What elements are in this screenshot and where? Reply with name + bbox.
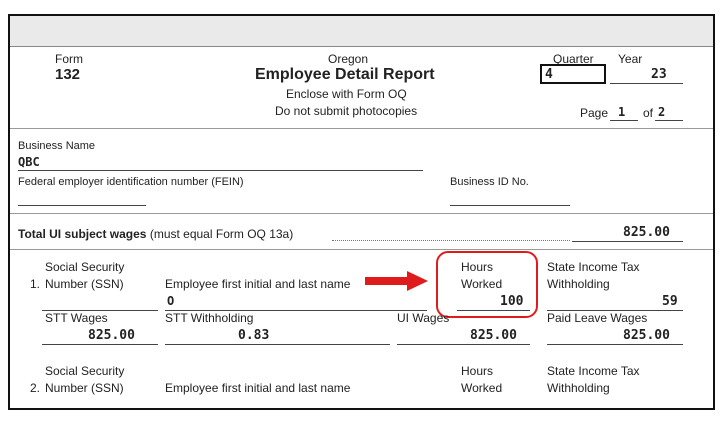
emp2-sit-label-2: Withholding [547,381,610,395]
form-label: Form [55,52,83,66]
emp1-paid-leave-label: Paid Leave Wages [547,311,648,325]
business-id-label: Business ID No. [450,176,529,188]
right-arrow-icon [365,271,428,291]
emp1-ui-wages-value[interactable]: 825.00 [470,328,517,343]
page-value: 1 [618,105,626,119]
state-name: Oregon [328,52,369,66]
emp2-ssn-label-2: Number (SSN) [45,381,124,395]
of-value: 2 [658,105,666,119]
business-id-field[interactable] [450,205,570,206]
header-divider [10,128,713,129]
page-label: Page [580,106,609,120]
emp1-stt-withholding-value[interactable]: 0.83 [238,328,269,343]
emp1-stt-wages-value[interactable]: 825.00 [88,328,135,343]
enclose-note: Enclose with Form OQ [286,87,407,101]
emp1-sit-label-1: State Income Tax [547,260,640,274]
total-label-note: (must equal Form OQ 13a) [149,227,294,241]
of-label: of [643,106,654,120]
fein-field[interactable] [18,205,146,206]
emp1-sit-value[interactable]: 59 [662,294,678,309]
business-name-value[interactable]: QBC [18,155,40,169]
emp1-number: 1. [30,277,41,291]
total-value[interactable]: 825.00 [623,225,670,240]
business-divider [10,213,713,214]
emp1-paid-leave-value[interactable]: 825.00 [623,328,670,343]
total-label: Total UI subject wages (must equal Form … [18,227,293,241]
emp1-paid-leave-underline [547,344,683,345]
form-number: 132 [55,66,81,83]
total-label-bold: Total UI subject wages [18,227,147,241]
emp2-number: 2. [30,381,41,395]
emp1-stt-wages-label: STT Wages [45,311,108,325]
emp2-sit-label-1: State Income Tax [547,364,640,378]
emp1-ui-wages-label: UI Wages [397,311,450,325]
emp1-stt-wages-underline [42,344,158,345]
year-underline [610,83,683,84]
fein-label: Federal employer identification number (… [18,176,244,188]
emp1-name-value[interactable]: O [167,294,174,308]
emp2-hours-label-2: Worked [461,381,503,395]
total-divider [10,249,713,250]
business-name-label: Business Name [18,140,96,152]
total-underline [572,241,683,242]
page-title: Employee Detail Report [255,66,435,83]
emp1-sit-label-2: Withholding [547,277,610,291]
page-underline [610,120,638,121]
emp1-stt-withholding-underline [165,344,390,345]
form-window: Form 132 Oregon Employee Detail Report E… [8,14,715,410]
business-name-underline [18,170,423,171]
emp2-ssn-label-1: Social Security [45,364,125,378]
emp1-name-label: Employee first initial and last name [165,277,351,291]
emp1-ssn-label-1: Social Security [45,260,125,274]
emp2-hours-label-1: Hours [461,364,494,378]
quarter-value: 4 [545,67,553,82]
emp1-stt-withholding-label: STT Withholding [165,311,254,325]
year-label: Year [618,52,643,66]
window-top-bar [10,16,713,47]
photocopy-note: Do not submit photocopies [275,104,418,118]
emp1-ssn-label-2: Number (SSN) [45,277,124,291]
emp1-ui-wages-underline [397,344,530,345]
total-leader-dots [332,240,570,241]
hours-highlight-box [436,251,538,318]
quarter-box[interactable]: 4 [540,64,606,84]
year-value[interactable]: 23 [651,67,667,82]
emp2-name-label: Employee first initial and last name [165,381,351,395]
of-underline [655,120,683,121]
